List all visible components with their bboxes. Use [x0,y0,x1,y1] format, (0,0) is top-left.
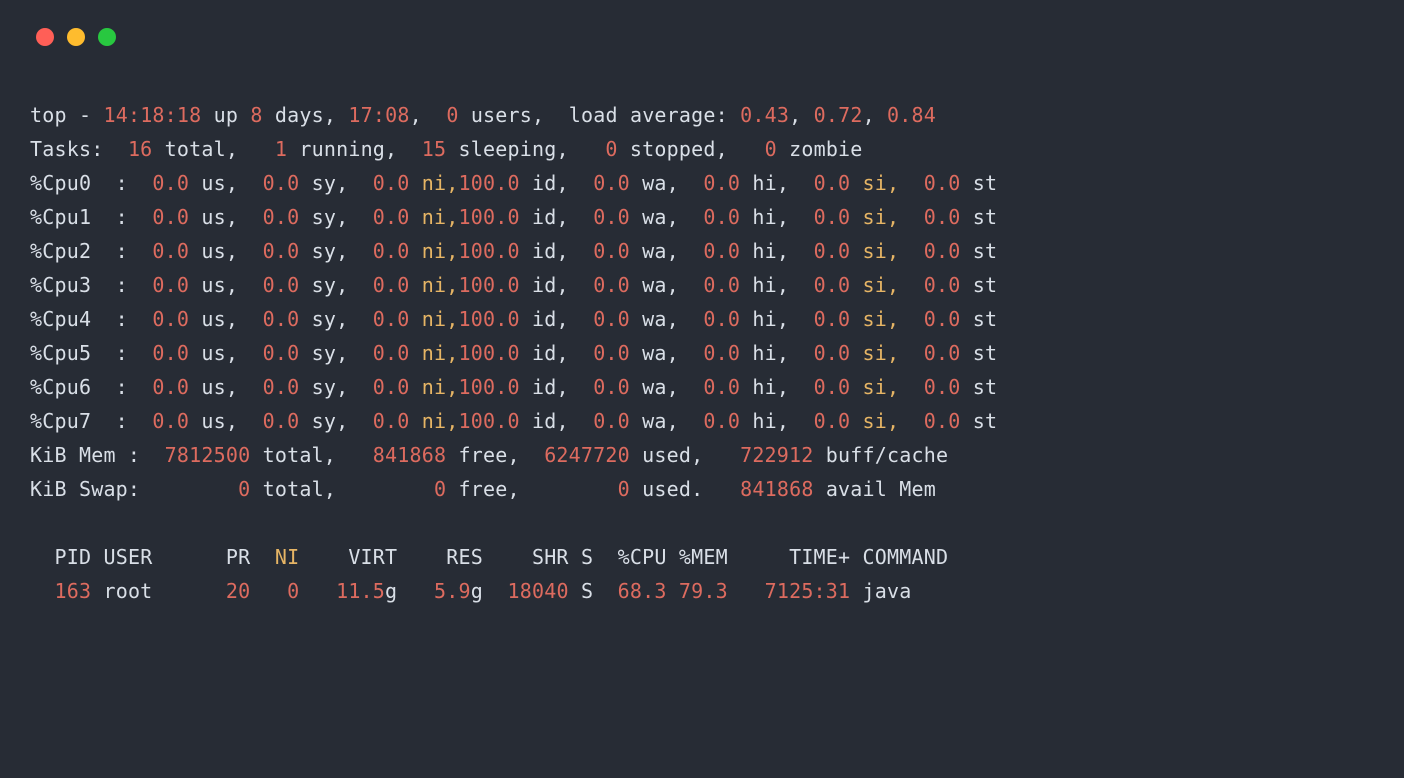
cpu-line-4: %Cpu4 : 0.0 us, 0.0 sy, 0.0 ni,100.0 id,… [30,307,997,331]
cpu-line-6: %Cpu6 : 0.0 us, 0.0 sy, 0.0 ni,100.0 id,… [30,375,997,399]
terminal-output: top - 14:18:18 up 8 days, 17:08, 0 users… [30,98,1374,608]
cpu-line-0: %Cpu0 : 0.0 us, 0.0 sy, 0.0 ni,100.0 id,… [30,171,997,195]
mem-line: KiB Mem : 7812500 total, 841868 free, 62… [30,443,948,467]
cpu-line-5: %Cpu5 : 0.0 us, 0.0 sy, 0.0 ni,100.0 id,… [30,341,997,365]
cpu-line-1: %Cpu1 : 0.0 us, 0.0 sy, 0.0 ni,100.0 id,… [30,205,997,229]
zoom-icon[interactable] [98,28,116,46]
cpu-line-2: %Cpu2 : 0.0 us, 0.0 sy, 0.0 ni,100.0 id,… [30,239,997,263]
close-icon[interactable] [36,28,54,46]
cpu-line-3: %Cpu3 : 0.0 us, 0.0 sy, 0.0 ni,100.0 id,… [30,273,997,297]
table-header: PID USER PR NI VIRT RES SHR S %CPU %MEM … [30,545,948,569]
minimize-icon[interactable] [67,28,85,46]
swap-line: KiB Swap: 0 total, 0 free, 0 used. 84186… [30,477,936,501]
window-traffic-lights [36,28,1374,46]
summary-line: top - 14:18:18 up 8 days, 17:08, 0 users… [30,103,936,127]
table-row: 163 root 20 0 11.5g 5.9g 18040 S 68.3 79… [30,579,912,603]
tasks-line: Tasks: 16 total, 1 running, 15 sleeping,… [30,137,863,161]
cpu-line-7: %Cpu7 : 0.0 us, 0.0 sy, 0.0 ni,100.0 id,… [30,409,997,433]
